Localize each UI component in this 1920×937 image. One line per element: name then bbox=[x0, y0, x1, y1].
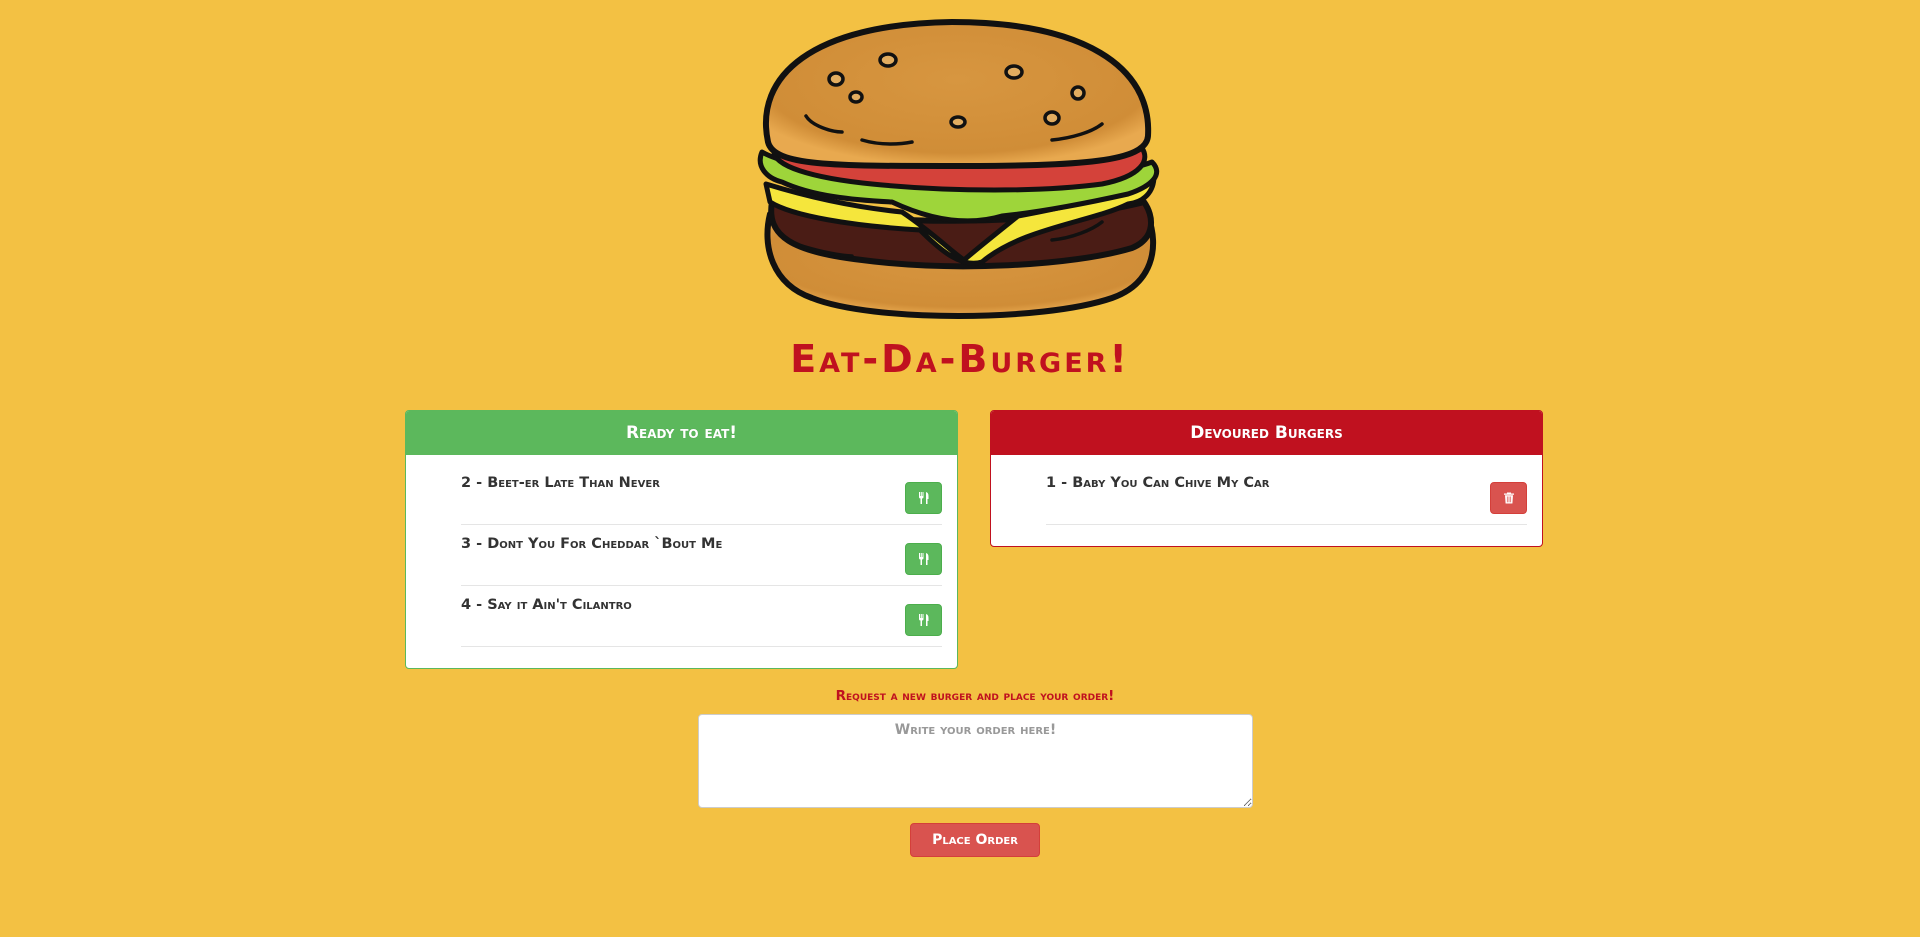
burger-name: 3 - Dont You For Cheddar `Bout Me bbox=[461, 536, 723, 552]
order-prompt-label: Request a new burger and place your orde… bbox=[835, 688, 1115, 704]
burger-name: 1 - Baby You Can Chive My Car bbox=[1046, 475, 1270, 491]
devour-button[interactable] bbox=[905, 604, 942, 636]
page-title: Eat-Da-Burger! bbox=[790, 337, 1130, 381]
burger-name: 4 - Say it Ain't Cilantro bbox=[461, 597, 632, 613]
cutlery-icon bbox=[918, 553, 928, 565]
devoured-burgers-heading: Devoured Burgers bbox=[991, 411, 1542, 455]
list-item: 1 - Baby You Can Chive My Car bbox=[1046, 465, 1527, 525]
ready-to-eat-list: 2 - Beet-er Late Than Never 3 - Dont You… bbox=[406, 455, 957, 647]
burger-name: 2 - Beet-er Late Than Never bbox=[461, 475, 660, 491]
devoured-burgers-panel: Devoured Burgers 1 - Baby You Can Chive … bbox=[990, 410, 1543, 547]
ready-to-eat-panel: Ready to eat! 2 - Beet-er Late Than Neve… bbox=[405, 410, 958, 669]
devoured-burgers-list: 1 - Baby You Can Chive My Car bbox=[991, 455, 1542, 525]
devour-button[interactable] bbox=[905, 543, 942, 575]
ready-to-eat-heading: Ready to eat! bbox=[406, 411, 957, 455]
list-item: 3 - Dont You For Cheddar `Bout Me bbox=[461, 526, 942, 586]
cutlery-icon bbox=[918, 492, 928, 504]
list-item: 4 - Say it Ain't Cilantro bbox=[461, 587, 942, 647]
devour-button[interactable] bbox=[905, 482, 942, 514]
order-input[interactable] bbox=[698, 714, 1253, 808]
list-item: 2 - Beet-er Late Than Never bbox=[461, 465, 942, 525]
cutlery-icon bbox=[918, 614, 928, 626]
hamburger-icon bbox=[757, 19, 1160, 319]
place-order-button[interactable]: Place Order bbox=[910, 823, 1040, 857]
trash-icon bbox=[1503, 492, 1514, 504]
delete-button[interactable] bbox=[1490, 482, 1527, 514]
